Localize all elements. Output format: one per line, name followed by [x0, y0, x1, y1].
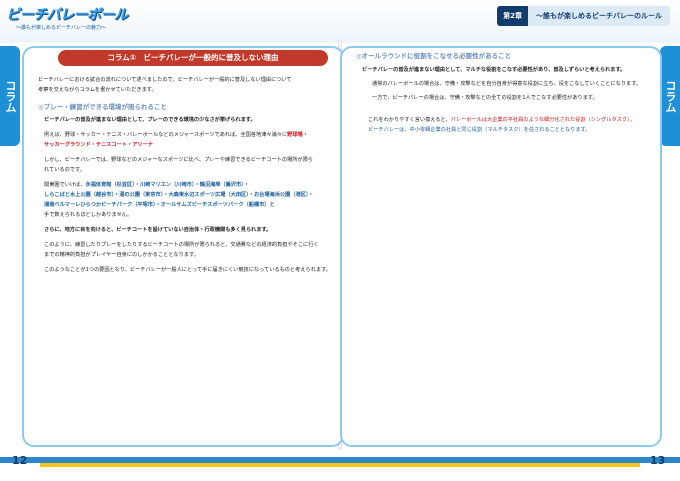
section-heading-2: ◎オールラウンドに役割をこなせる必要性があること	[356, 52, 512, 60]
s2-p3: これをわかりやすく言い換えると、バレーボールは大企業の平社員のような細分化された…	[368, 116, 635, 124]
s1-p1-line2: サッカーグラウンド・テニスコート・アリーナ	[44, 141, 153, 149]
section-heading-1: ◎プレー・練習ができる環境が限られること	[38, 103, 168, 111]
s1-p5: このようなことが1つの要因となり、ビーチバレーが一般人にとって手に届きにくい競技…	[44, 267, 331, 273]
s1-p3-line1: 関東圏でいけば、永福体育館（杉並区）・川崎マリエン（川崎市）・鵠沼海岸（藤沢市）…	[44, 181, 249, 189]
s2-p3-highlight: バレーボールは大企業の平社員のような細分化された役割（シングルタスク）。	[450, 117, 635, 123]
s2-p1: 通常のバレーボールの場合は、守備・攻撃などを自分自身が得意な役割に立ち、役をこな…	[372, 81, 642, 87]
logo-subtitle: 〜誰もが楽しめるビーチバレーの魅力〜	[16, 25, 107, 31]
s2-p3-text: これをわかりやすく言い換えると、	[368, 117, 451, 123]
s2-lead: ビーチバレーの普及が進まない理由として、マルチな役割をこなす必要性があり、普及し…	[362, 67, 626, 73]
s1-p2-line1: しかし、ビーチバレーでは、野球などのメジャーなスポーツに比べ、プレーや練習できる…	[44, 157, 313, 163]
chapter-title: 〜誰もが楽しめるビーチバレーのルール	[528, 6, 670, 26]
page-number-right: 13	[650, 454, 666, 467]
s1-p3-prefix: 関東圏でいけば、	[44, 182, 86, 188]
s1-lead: ビーチバレーの普及が進まない理由として、プレーのできる環境の少なさが挙げられます…	[44, 117, 256, 123]
footer-accent-right	[340, 463, 640, 467]
page-header: ビーチバレーボール 〜誰もが楽しめるビーチバレーの魅力〜 第2章 〜誰もが楽しめ…	[0, 0, 680, 43]
s1-p1-highlight2: サッカーグラウンド・テニスコート・アリーナ	[44, 142, 153, 148]
intro-line-1: ビーチバレーにおける試合の流れについて述べましたので、ビーチバレーが一般的に普及…	[38, 77, 292, 83]
s1-p4-line2: までの精神的負担がプレイヤー自身にのしかかることとなります。	[44, 252, 199, 258]
side-tab-right: コラム	[660, 46, 680, 146]
side-tab-left: コラム	[0, 46, 20, 146]
s2-p4: ビーチバレーは、中小零細企業の社員と同じ役割（マルチタスク）を任されることとなり…	[368, 127, 591, 133]
s1-lead2: さらに、地方に目を向けると、ビーチコートを設けていない自治体・行政機関も多く見ら…	[44, 227, 272, 233]
s2-p2: 一方で、ビーチバレーの場合は、守備・攻撃などの全ての役割を1人でこなす必要性があ…	[372, 95, 598, 101]
page-footer: 12 13	[0, 450, 680, 481]
right-page-frame	[340, 46, 662, 447]
chapter-label: 第2章 〜誰もが楽しめるビーチバレーのルール	[497, 6, 670, 26]
page-number-left: 12	[12, 454, 28, 467]
s1-p3-line4: 手で数えられるほどしかありません。	[44, 212, 133, 218]
logo-title: ビーチバレーボール	[6, 7, 128, 23]
chapter-tag: 第2章	[497, 6, 528, 26]
s1-p2-line2: れているのです。	[44, 167, 85, 173]
s1-p1-highlight1: 野球場・	[287, 132, 308, 138]
footer-accent-left	[40, 463, 340, 467]
column-banner: コラム① ビーチバレーが一般的に普及しない理由	[58, 50, 328, 66]
s1-p1-text1: 例えば、野球・サッカー・テニス・バレーボールなどのメジャースポーツであれば、全国…	[44, 132, 288, 138]
s1-p4-line1: このように、練習したりプレーをしたりするビーチコートの場所が限られると、交通費な…	[44, 242, 319, 248]
book-logo: ビーチバレーボール 〜誰もが楽しめるビーチバレーの魅力〜	[6, 4, 128, 38]
s1-p3-line3: 湘南ベルマーレひらつかビーチパーク（平塚市）・オールサムズビーチスポーツパーク（…	[44, 202, 275, 208]
s1-p3-venues1: 永福体育館（杉並区）・川崎マリエン（川崎市）・鵠沼海岸（藤沢市）・	[85, 182, 249, 188]
s1-p1-line1: 例えば、野球・サッカー・テニス・バレーボールなどのメジャースポーツであれば、全国…	[44, 131, 308, 139]
s1-p3-line2: しらこばと水上公園（越谷市）・湯の公園（東京市）・大森東水辺スポーツ広場（大田区…	[44, 192, 314, 198]
intro-line-2: 考察を交えながらコラムを書かせていただきます。	[38, 87, 157, 93]
